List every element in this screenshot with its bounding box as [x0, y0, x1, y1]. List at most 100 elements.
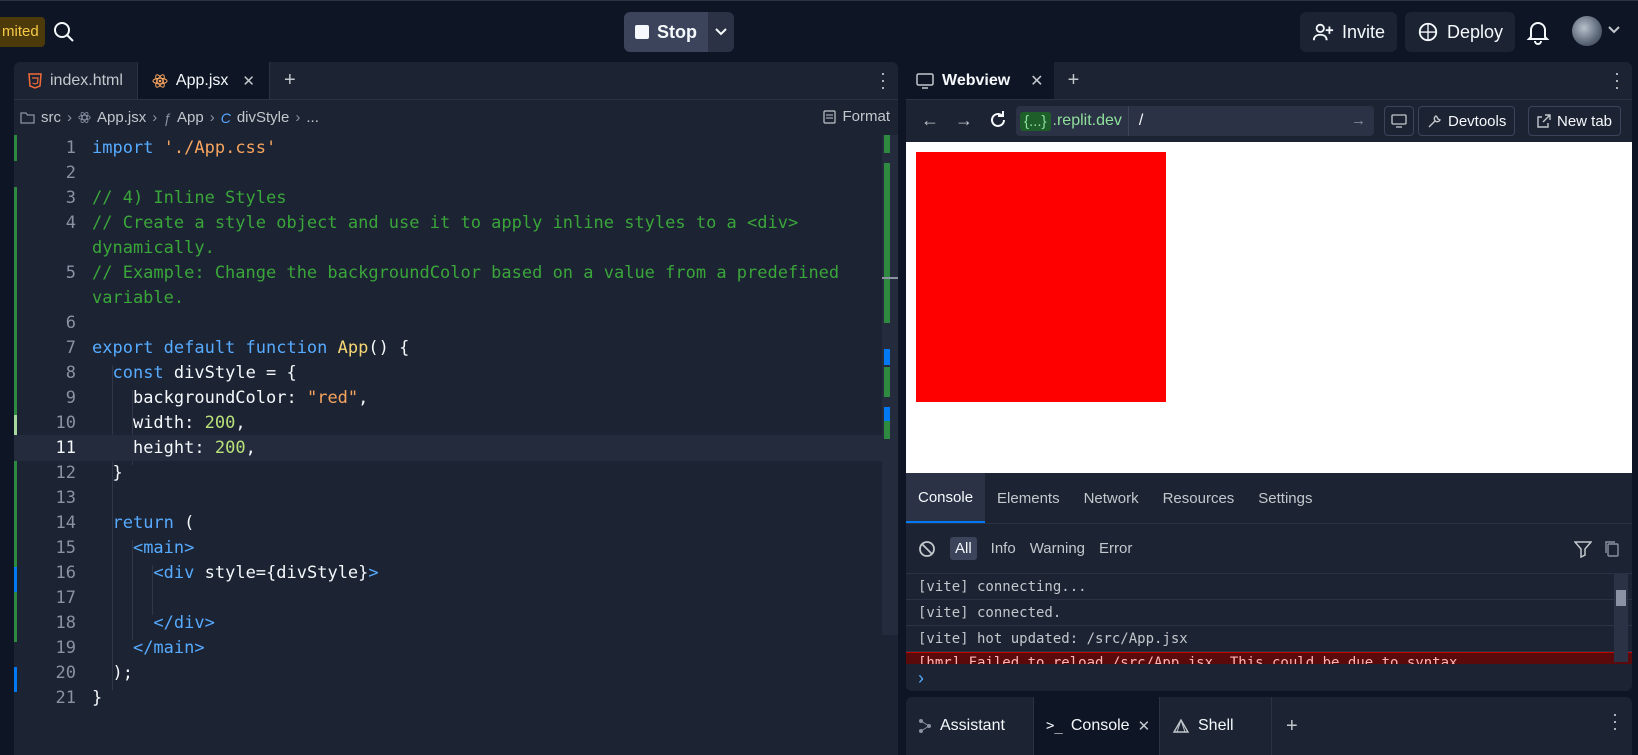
close-icon[interactable]: ✕ [1030, 71, 1043, 91]
devtools-tab-bar: Console Elements Network Resources Setti… [906, 473, 1632, 524]
device-toggle-button[interactable] [1384, 106, 1414, 136]
tab-app-jsx[interactable]: App.jsx ✕ [137, 62, 270, 99]
external-link-icon [1537, 114, 1551, 128]
tab-shell[interactable]: Shell [1160, 697, 1272, 755]
tab-assistant[interactable]: Assistant [906, 697, 1034, 755]
chevron-right-icon: › [295, 109, 301, 126]
code-line: 6 [65, 313, 76, 333]
clear-console-icon[interactable] [918, 540, 936, 558]
code-editor-pane: index.html App.jsx ✕ + · · · src › App.jsx… [14, 62, 898, 755]
minimap-marker [884, 367, 890, 397]
more-options-icon[interactable]: · · · [880, 64, 886, 96]
back-arrow-icon[interactable]: ← [916, 106, 944, 134]
scroll-thumb[interactable] [1616, 590, 1626, 606]
scroll-position [882, 277, 898, 279]
code-line: 20 ); [55, 663, 133, 683]
add-user-icon [1312, 23, 1334, 41]
bell-icon[interactable] [1526, 19, 1550, 45]
format-icon [823, 109, 837, 124]
breadcrumb-more[interactable]: ... [306, 109, 319, 126]
chevron-down-icon[interactable] [1608, 25, 1620, 35]
devtab-resources[interactable]: Resources [1151, 473, 1247, 523]
more-options-icon[interactable]: · · · [1612, 705, 1618, 737]
html5-icon [28, 72, 42, 89]
styled-div [916, 152, 1166, 402]
code-line: 21} [55, 688, 103, 708]
console-log-list[interactable]: [vite] connecting... [vite] connected. [… [906, 574, 1632, 664]
format-button[interactable]: Format [823, 108, 890, 125]
wrench-icon [1428, 114, 1441, 127]
stop-label: Stop [657, 21, 697, 42]
console-scrollbar[interactable] [1614, 574, 1628, 662]
tab-webview[interactable]: Webview ✕ [906, 62, 1054, 99]
filter-warning[interactable]: Warning [1030, 540, 1085, 557]
function-icon: ƒ [163, 109, 171, 126]
url-bar[interactable]: {...} .replit.dev / → [1016, 106, 1374, 136]
run-options-button[interactable] [708, 12, 734, 52]
webview-toolbar: ← → {...} .replit.dev / → Devtools New t… [906, 100, 1632, 140]
avatar[interactable] [1572, 16, 1602, 46]
minimap-marker [884, 349, 890, 365]
reload-icon[interactable] [984, 106, 1012, 134]
breadcrumb-file[interactable]: App.jsx [97, 109, 146, 126]
react-icon [78, 112, 91, 123]
format-label: Format [842, 108, 890, 125]
stop-button[interactable]: Stop [624, 12, 708, 52]
breadcrumb-function[interactable]: App [177, 109, 204, 126]
chevron-right-icon: › [209, 109, 215, 126]
devtab-elements[interactable]: Elements [985, 473, 1072, 523]
new-tab-button[interactable]: New tab [1528, 106, 1622, 136]
code-line: 9 backgroundColor: "red", [65, 388, 369, 408]
go-arrow-icon[interactable]: → [1351, 112, 1366, 129]
code-line: 8 const divStyle = { [65, 363, 297, 383]
code-line: 18 </div> [55, 613, 215, 633]
deploy-button[interactable]: Deploy [1405, 12, 1516, 52]
devtab-console[interactable]: Console [906, 473, 986, 523]
add-tab-button[interactable]: + [270, 62, 310, 99]
devtab-settings[interactable]: Settings [1246, 473, 1324, 523]
minimap-marker [884, 421, 890, 439]
copy-icon[interactable] [1604, 540, 1620, 558]
filter-icon[interactable] [1574, 540, 1592, 558]
tab-label: Assistant [940, 717, 1005, 734]
tab-label: index.html [50, 71, 123, 89]
tab-label: Shell [1198, 717, 1234, 734]
url-domain-suffix: .replit.dev [1052, 112, 1122, 129]
more-options-icon[interactable]: · · · [1614, 64, 1620, 96]
code-line: 19 </main> [55, 638, 205, 658]
editor-scrollbar[interactable] [882, 135, 898, 635]
stop-icon [635, 25, 649, 39]
breadcrumb-variable[interactable]: divStyle [237, 109, 290, 126]
tab-console[interactable]: >_ Console ✕ [1034, 697, 1160, 755]
code-line: 15 <main> [55, 538, 195, 558]
bottom-tool-tabs: Assistant >_ Console ✕ Shell + · · · [906, 697, 1632, 755]
devtools-button[interactable]: Devtools [1418, 106, 1516, 136]
error-log-entry: [hmr] Failed to reload /src/App.jsx. Thi… [906, 652, 1632, 664]
search-icon[interactable] [52, 20, 76, 44]
close-icon[interactable]: ✕ [1138, 717, 1151, 735]
add-tab-button[interactable]: + [1054, 62, 1094, 99]
devtab-network[interactable]: Network [1072, 473, 1151, 523]
code-line: 17 [55, 588, 76, 608]
plan-badge[interactable]: mited [0, 17, 45, 47]
url-path-input[interactable]: / [1139, 112, 1143, 130]
constant-icon: C [220, 109, 231, 126]
console-prompt-icon[interactable]: › [918, 668, 924, 689]
filter-error[interactable]: Error [1099, 540, 1132, 557]
code-line: 12 } [55, 463, 123, 483]
tab-index-html[interactable]: index.html [14, 62, 138, 99]
forward-arrow-icon[interactable]: → [950, 106, 978, 134]
shell-icon [1172, 718, 1190, 733]
add-tab-button[interactable]: + [1272, 697, 1312, 755]
minimap-marker [884, 163, 890, 323]
code-area[interactable]: 1 import './App.css' 2 3// 4) Inline Styl… [14, 135, 898, 755]
filter-all[interactable]: All [950, 537, 977, 560]
invite-button[interactable]: Invite [1300, 12, 1398, 52]
folder-icon [20, 112, 35, 124]
breadcrumb-src[interactable]: src [41, 109, 61, 126]
preview-page[interactable] [906, 142, 1632, 473]
close-icon[interactable]: ✕ [242, 72, 255, 90]
new-tab-label: New tab [1557, 112, 1613, 130]
filter-info[interactable]: Info [991, 540, 1016, 557]
log-entry: [vite] connected. [906, 600, 1632, 626]
